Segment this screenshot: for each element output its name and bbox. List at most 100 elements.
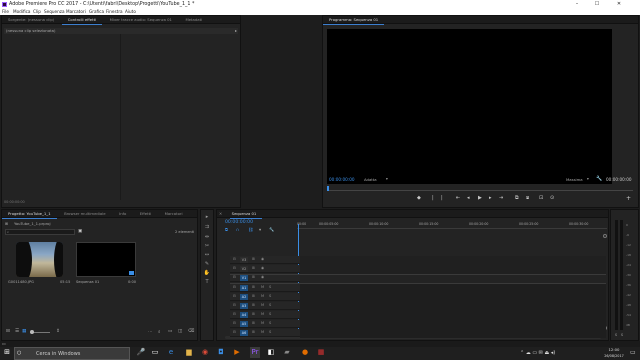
add-button-icon[interactable]: + [626, 195, 631, 202]
tab-audio-mixer[interactable]: Mixer tracce audio: Sequenza 01 [104, 16, 178, 24]
edge-icon[interactable]: e [166, 347, 176, 358]
clock-date[interactable]: 26/08/2017 [600, 353, 628, 359]
lock-icon[interactable]: ⊟ [6, 329, 10, 334]
task-view-icon[interactable]: ▭ [150, 347, 160, 358]
track-label[interactable]: A2 [240, 294, 248, 300]
nest-icon[interactable]: ⧉ [225, 227, 228, 232]
track-select-tool-icon[interactable]: ⇉ [203, 223, 211, 231]
go-to-in-icon[interactable]: ⇤ [456, 195, 460, 201]
track-divider[interactable] [230, 274, 606, 284]
selection-tool-icon[interactable]: ▸ [203, 213, 211, 221]
mark-out-bracket-icon[interactable]: | [441, 195, 443, 201]
export-frame-icon[interactable]: ⊙ [550, 195, 554, 201]
eye-icon[interactable]: ◉ [261, 257, 264, 261]
linked-selection-icon[interactable]: ⛓ [248, 227, 253, 233]
fit-dropdown-arrow-icon[interactable]: ▾ [386, 177, 388, 181]
mark-out-icon[interactable]: | [432, 195, 434, 201]
project-search-input[interactable]: ⌕ [5, 229, 75, 235]
wrench-icon[interactable]: 🔧 [596, 176, 602, 182]
solo-icon[interactable]: S [269, 294, 271, 298]
timeline-timecode[interactable]: 00:00:00:00 [225, 220, 253, 225]
mute-icon[interactable]: M [261, 285, 264, 289]
maximize-button[interactable]: ☐ [588, 0, 606, 9]
meter-solo-button-right[interactable]: S [621, 333, 623, 337]
add-marker-icon[interactable]: ▾ [259, 227, 261, 232]
tab-effects[interactable]: Effetti [134, 210, 157, 218]
track-label[interactable]: V2 [240, 266, 248, 272]
sync-lock-icon[interactable]: ⊞ [252, 266, 255, 270]
audio-track-area[interactable] [300, 284, 606, 338]
step-back-icon[interactable]: ◂ [467, 195, 470, 201]
lock-track-icon[interactable]: ⊟ [233, 312, 236, 316]
media-player-icon[interactable]: ▶ [232, 347, 242, 358]
track-label[interactable]: A1 [240, 285, 248, 291]
track-label[interactable]: V3 [240, 257, 248, 263]
step-forward-icon[interactable]: ▸ [489, 195, 492, 201]
minimize-button[interactable]: – [568, 0, 586, 9]
app-icon[interactable]: ◧ [266, 347, 276, 358]
track-a6[interactable]: ⊟ A6 ⊞ M S [230, 329, 300, 337]
microphone-icon[interactable]: 🎤 [136, 347, 146, 358]
solo-icon[interactable]: S [269, 321, 271, 325]
tray-icons[interactable]: ⌃ ☁ ▭ ✉ ⏏ ◂) [520, 350, 555, 356]
mute-icon[interactable]: M [261, 330, 264, 334]
lock-track-icon[interactable]: ⊟ [233, 257, 236, 261]
sync-lock-icon[interactable]: ⊞ [252, 312, 255, 316]
video-track-area[interactable] [300, 256, 606, 274]
lock-track-icon[interactable]: ⊟ [233, 294, 236, 298]
mute-icon[interactable]: M [261, 312, 264, 316]
track-a4[interactable]: ⊟ A4 ⊞ M S [230, 311, 300, 319]
sync-lock-icon[interactable]: ⊞ [252, 321, 255, 325]
sync-lock-icon[interactable]: ⊞ [252, 294, 255, 298]
ripple-edit-tool-icon[interactable]: ⇹ [203, 233, 211, 241]
hand-tool-icon[interactable]: ✋ [203, 269, 211, 277]
chrome-icon[interactable]: ◉ [200, 347, 210, 358]
meter-solo-button[interactable]: S [615, 333, 617, 337]
lock-track-icon[interactable]: ⊟ [233, 330, 236, 334]
play-button[interactable]: ▶ [478, 195, 482, 201]
file-explorer-icon[interactable]: ▆ [184, 347, 194, 358]
track-label[interactable]: A4 [240, 312, 248, 318]
quality-dropdown[interactable]: Massima [566, 177, 583, 182]
list-view-icon[interactable]: ☰ [15, 329, 19, 334]
program-time-ruler[interactable] [327, 186, 633, 191]
lock-track-icon[interactable]: ⊟ [233, 285, 236, 289]
close-button[interactable]: ✕ [610, 0, 628, 9]
tab-media-browser[interactable]: Browser multimediale [58, 210, 112, 218]
sync-lock-icon[interactable]: ⊞ [252, 285, 255, 289]
pen-tool-icon[interactable]: ✎ [203, 260, 211, 268]
automate-icon[interactable]: ⋯ [148, 329, 152, 334]
mute-icon[interactable]: M [261, 303, 264, 307]
track-a1[interactable]: ⊟ A1 ⊞ M S [230, 284, 300, 292]
tab-source[interactable]: Sorgente: (nessuna clip) [2, 16, 60, 24]
solo-icon[interactable]: S [269, 330, 271, 334]
track-v3[interactable]: ⊟ V3 ⊞ ◉ [230, 256, 300, 264]
close-tab-icon[interactable]: ✕ [217, 210, 228, 218]
track-v2[interactable]: ⊟ V2 ⊞ ◉ [230, 265, 300, 273]
sync-lock-icon[interactable]: ⊞ [252, 330, 255, 334]
lift-icon[interactable]: ⊡ [539, 195, 543, 201]
tab-metadata[interactable]: Metadati [179, 16, 208, 24]
zoom-slider-handle[interactable] [30, 330, 34, 334]
solo-icon[interactable]: S [269, 303, 271, 307]
program-timecode[interactable]: 00:00:00:00 [329, 177, 355, 182]
lock-track-icon[interactable]: ⊟ [233, 266, 236, 270]
track-a3[interactable]: ⊟ A3 ⊞ M S [230, 302, 300, 310]
track-a5[interactable]: ⊟ A5 ⊞ M S [230, 320, 300, 328]
notification-icon[interactable]: ▭ [630, 349, 636, 356]
solo-icon[interactable]: S [269, 312, 271, 316]
fit-dropdown[interactable]: Adatta [364, 177, 377, 182]
mute-icon[interactable]: M [261, 294, 264, 298]
lock-track-icon[interactable]: ⊟ [233, 321, 236, 325]
new-bin-icon[interactable]: ▣ [78, 229, 82, 234]
type-tool-icon[interactable]: T [203, 278, 211, 286]
sort-icon[interactable]: ⇕ [56, 329, 60, 334]
solo-icon[interactable]: S [269, 285, 271, 289]
sync-lock-icon[interactable]: ⊞ [252, 257, 255, 261]
trash-icon[interactable]: ⌫ [188, 329, 195, 334]
overwrite-icon[interactable]: ⧈ [526, 195, 529, 201]
razor-tool-icon[interactable]: ✂ [203, 242, 211, 250]
mark-in-icon[interactable]: ◆ [417, 195, 421, 201]
track-label[interactable]: A3 [240, 303, 248, 309]
find-icon[interactable]: ⌕ [158, 329, 161, 335]
